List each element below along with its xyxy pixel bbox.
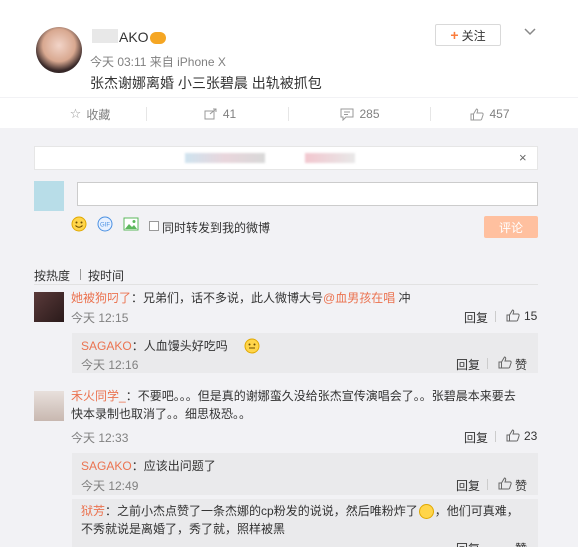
comment-count: 285 <box>359 107 380 121</box>
chevron-down-icon[interactable] <box>523 27 537 37</box>
reply-box: SAGAKO：应该出问题了 今天 12:49 回复 赞 <box>72 453 538 495</box>
author-name-blur <box>92 29 118 43</box>
sync-checkbox[interactable] <box>149 221 159 231</box>
mention-link[interactable]: @血男孩在唱 <box>323 291 395 305</box>
reply-box: SAGAKO：人血馒头好吃吗 今天 12:16 回复 赞 <box>72 333 538 373</box>
reply-user[interactable]: SAGAKO <box>81 339 132 353</box>
like-count: 457 <box>489 107 510 121</box>
blurred-text <box>305 153 355 163</box>
reply-text: ：人血馒头好吃吗 <box>131 339 228 353</box>
submit-comment-button[interactable]: 评论 <box>484 216 538 238</box>
reply-item: 狱芳：之前小杰点赞了一条杰娜的cp粉发的说说，然后唯粉炸了 ，他们可真难， 不秀就… <box>81 502 536 538</box>
comment-item: 她被狗叼了：兄弟们，话不多说，此人微博大号@血男孩在唱 冲 <box>71 289 538 307</box>
sort-by-time[interactable]: 按时间 <box>88 267 124 284</box>
commenter-name[interactable]: 她被狗叼了 <box>71 291 131 305</box>
emoji-icon <box>244 338 260 354</box>
reply-button[interactable]: 回复 <box>464 429 488 446</box>
comment-time: 今天 12:33 <box>71 431 129 445</box>
reply-user[interactable]: 狱芳 <box>81 504 105 518</box>
sort-by-hot[interactable]: 按热度 <box>34 267 70 284</box>
notice-box: × <box>34 146 538 170</box>
post-content: 张杰谢娜离婚 小三张碧晨 出轨被抓包 <box>90 75 322 91</box>
comment-text-tail: 冲 <box>395 291 411 305</box>
reply-time: 今天 12:49 <box>81 479 139 493</box>
thumb-up-icon <box>470 107 485 121</box>
thumb-up-icon[interactable] <box>498 356 512 369</box>
repost-count: 41 <box>222 107 237 121</box>
star-icon: ☆ <box>69 106 82 121</box>
reply-text-line2: 不秀就说是离婚了，秀了就，照样被黑 <box>81 522 286 536</box>
reply-button[interactable]: 回复 <box>464 309 488 326</box>
favorite-button[interactable]: ☆ 收藏 <box>40 98 140 130</box>
comment-like-count: 15 <box>524 309 538 323</box>
reply-like-label[interactable]: 赞 <box>515 477 527 494</box>
comment-time: 今天 12:15 <box>71 311 129 325</box>
divider <box>495 311 496 322</box>
follow-label: 关注 <box>461 28 486 43</box>
reply-item: SAGAKO：应该出问题了 <box>81 457 216 475</box>
comment-icon <box>340 108 354 121</box>
reply-like-label[interactable]: 赞 <box>515 540 527 547</box>
author-avatar[interactable] <box>36 27 82 73</box>
reply-text: ：之前小杰点赞了一条杰娜的cp粉发的说说，然后唯粉炸了 <box>105 504 418 518</box>
divider <box>146 107 147 121</box>
reply-button[interactable]: 回复 <box>456 540 480 547</box>
comment-input[interactable] <box>77 182 538 206</box>
author-name[interactable]: AKO <box>119 29 149 45</box>
reply-user[interactable]: SAGAKO <box>81 459 132 473</box>
plus-icon: + <box>450 27 459 43</box>
reply-text-tail: ，他们可真难， <box>434 504 519 518</box>
reply-button[interactable]: 回复 <box>456 356 480 373</box>
sort-underline <box>34 284 538 285</box>
commenter-name[interactable]: 禾火同学_ <box>71 389 126 403</box>
comment-text: ：不要吧。。。但是真的谢娜蛮久没给张杰宣传演唱会了。。张碧晨本来要去 <box>125 389 516 403</box>
follow-button[interactable]: + 关注 <box>435 24 501 46</box>
commenter-avatar[interactable] <box>34 391 64 421</box>
composer-avatar <box>34 181 64 211</box>
comment-text: ：兄弟们，话不多说，此人微博大号 <box>131 291 324 305</box>
reply-box: 狱芳：之前小杰点赞了一条杰娜的cp粉发的说说，然后唯粉炸了 ，他们可真难， 不秀就… <box>72 499 538 547</box>
image-icon[interactable] <box>123 217 139 231</box>
vip-badge-icon <box>150 32 166 44</box>
sort-divider <box>80 269 81 280</box>
comment-text-line2: 快本录制也取消了。。细思极恐。。 <box>71 407 252 421</box>
repost-button[interactable]: 41 <box>160 98 280 130</box>
sync-label: 同时转发到我的微博 <box>162 221 271 235</box>
close-icon[interactable]: × <box>519 150 527 165</box>
divider <box>487 479 488 490</box>
comment-like-count: 23 <box>524 429 538 443</box>
commenter-avatar[interactable] <box>34 292 64 322</box>
favorite-label: 收藏 <box>86 107 111 122</box>
reply-time: 今天 12:16 <box>81 358 139 372</box>
thumb-up-icon[interactable] <box>506 429 520 442</box>
action-bar: ☆ 收藏 41 285 457 <box>0 97 578 129</box>
reply-text: ：应该出问题了 <box>131 459 216 473</box>
comment-item: 禾火同学_：不要吧。。。但是真的谢娜蛮久没给张杰宣传演唱会了。。张碧晨本来要去 … <box>71 387 538 423</box>
svg-text:GIF: GIF <box>100 223 110 229</box>
reply-item: SAGAKO：人血馒头好吃吗 <box>81 337 228 355</box>
divider <box>495 431 496 442</box>
thumb-up-icon[interactable] <box>498 477 512 490</box>
post-time: 今天 03:11 来自 iPhone X <box>90 55 226 69</box>
divider <box>288 107 289 121</box>
like-button[interactable]: 457 <box>440 98 540 130</box>
gif-icon[interactable]: GIF <box>97 216 113 232</box>
blurred-text <box>185 153 265 163</box>
emoji-icon[interactable] <box>71 216 87 232</box>
repost-icon <box>204 108 218 120</box>
thumb-up-icon[interactable] <box>506 309 520 322</box>
reply-button[interactable]: 回复 <box>456 477 480 494</box>
divider <box>487 358 488 369</box>
comment-button[interactable]: 285 <box>300 98 420 130</box>
emoji-icon <box>418 504 434 520</box>
divider <box>430 107 431 121</box>
reply-like-label[interactable]: 赞 <box>515 356 527 373</box>
